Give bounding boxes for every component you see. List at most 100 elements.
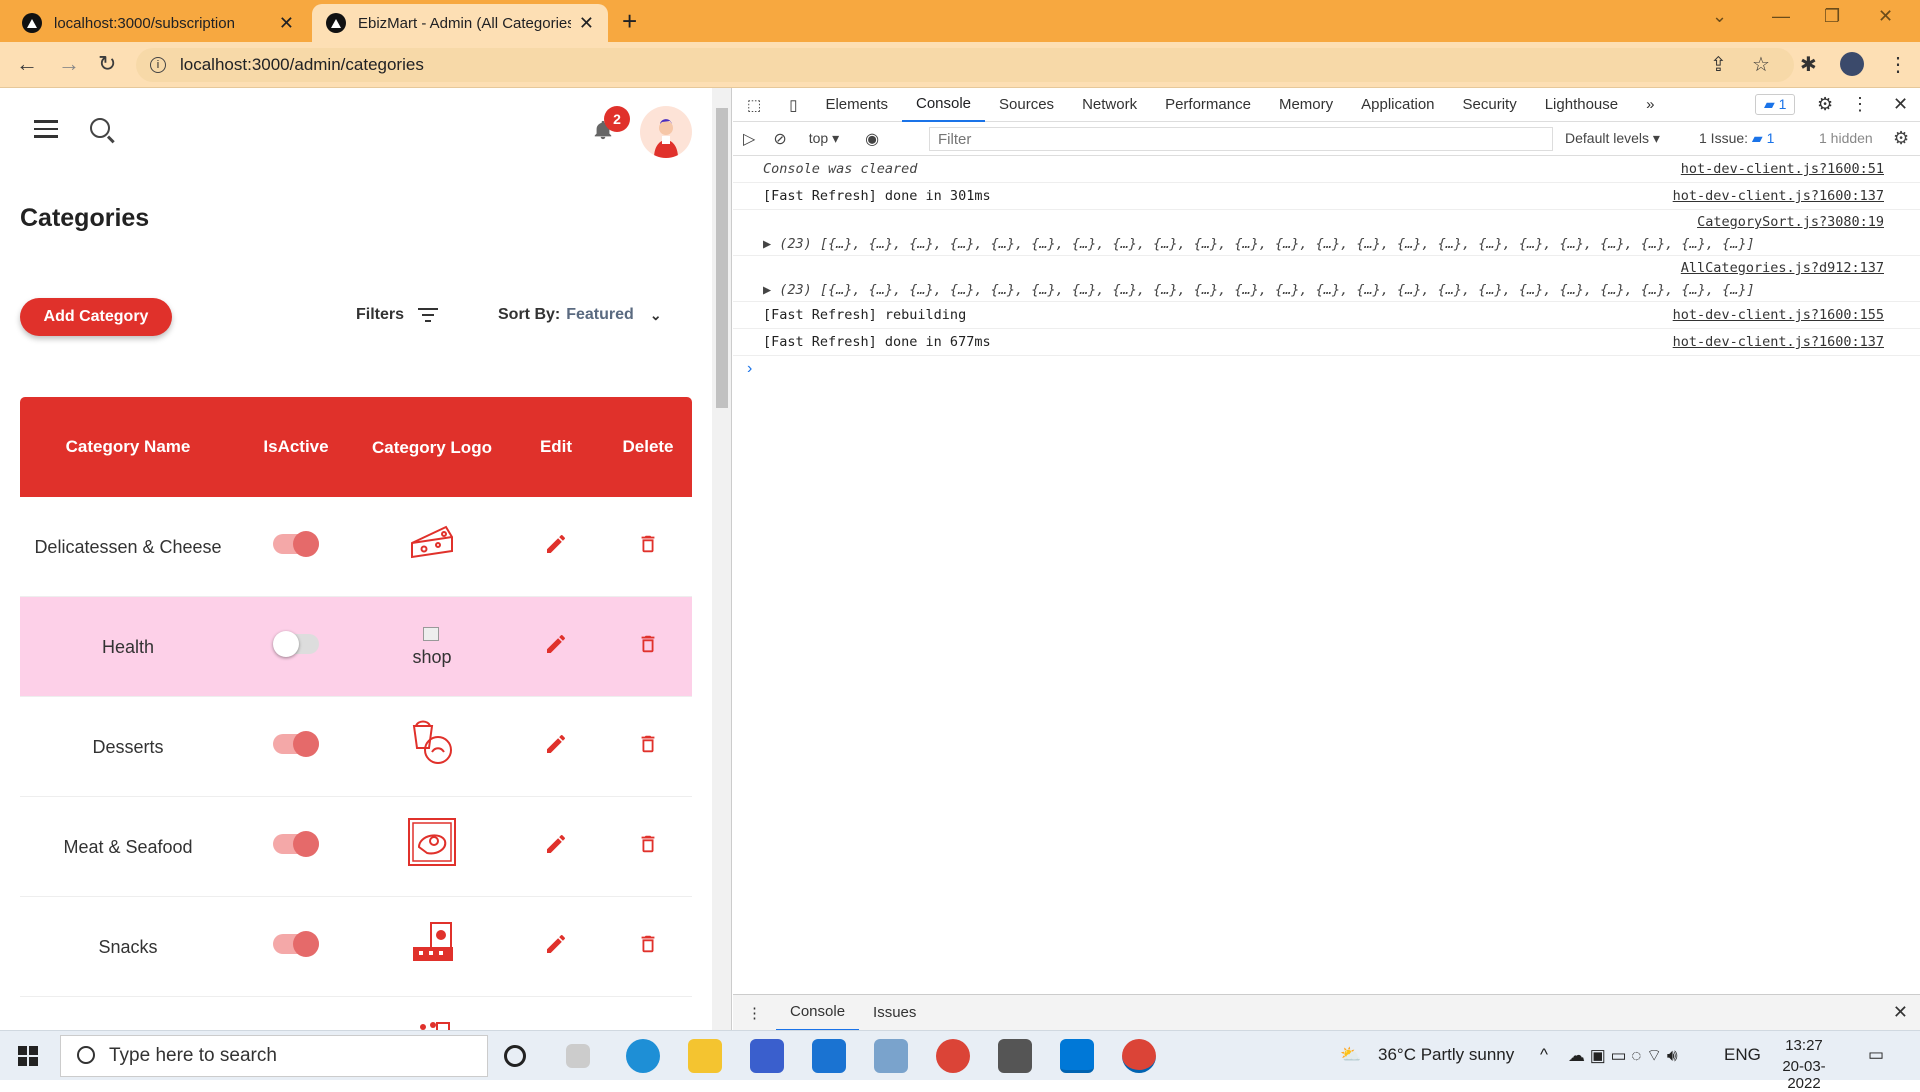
new-tab-button[interactable]: + — [622, 6, 637, 37]
isactive-toggle[interactable] — [273, 631, 319, 657]
scrollbar-thumb[interactable] — [716, 108, 728, 408]
isactive-toggle[interactable] — [273, 931, 319, 957]
cortana-icon[interactable] — [504, 1045, 526, 1067]
chevron-down-icon[interactable]: ⌄ — [1712, 6, 1727, 27]
source-link[interactable]: CategorySort.js?3080:19 — [1697, 214, 1884, 230]
store-icon[interactable] — [750, 1039, 784, 1073]
inspect-element-icon[interactable]: ⬚ — [733, 88, 775, 122]
isactive-toggle[interactable] — [273, 531, 319, 557]
site-info-icon[interactable]: i — [150, 57, 166, 73]
chevron-up-icon[interactable]: ^ — [1540, 1045, 1548, 1065]
vscode-icon[interactable] — [1060, 1039, 1094, 1073]
edit-pencil-icon[interactable] — [544, 932, 568, 956]
chrome-icon[interactable] — [936, 1039, 970, 1073]
tab-application[interactable]: Application — [1347, 88, 1448, 122]
table-row: Meat & Seafood — [20, 797, 692, 897]
close-drawer-icon[interactable]: ✕ — [1893, 1002, 1908, 1023]
more-options-icon[interactable]: ⋮ — [1851, 94, 1869, 115]
delete-trash-icon[interactable] — [637, 532, 659, 556]
edit-pencil-icon[interactable] — [544, 532, 568, 556]
tab-subscription[interactable]: localhost:3000/subscription ✕ — [8, 4, 308, 42]
console-message[interactable]: ▶ (23) [{…}, {…}, {…}, {…}, {…}, {…}, {…… — [733, 256, 1920, 302]
address-bar[interactable]: i localhost:3000/admin/categories — [136, 48, 1794, 82]
tab-network[interactable]: Network — [1068, 88, 1151, 122]
add-category-button[interactable]: Add Category — [20, 298, 172, 336]
more-tabs-icon[interactable]: » — [1632, 88, 1668, 122]
sort-by-dropdown[interactable]: Sort By: Featured ⌄ — [498, 306, 662, 324]
menu-hamburger-icon[interactable] — [34, 120, 58, 143]
delete-trash-icon[interactable] — [637, 732, 659, 756]
page-scrollbar[interactable] — [712, 88, 732, 1030]
edge-icon[interactable] — [626, 1039, 660, 1073]
log-levels-dropdown[interactable]: Default levels ▾ — [1565, 130, 1660, 147]
tab-console[interactable]: Console — [901, 88, 986, 122]
tab-performance[interactable]: Performance — [1151, 88, 1265, 122]
source-link[interactable]: hot-dev-client.js?1600:137 — [1673, 188, 1884, 204]
user-avatar[interactable] — [640, 106, 692, 158]
edit-pencil-icon[interactable] — [544, 832, 568, 856]
edit-pencil-icon[interactable] — [544, 632, 568, 656]
weather-text[interactable]: 36°C Partly sunny — [1378, 1045, 1514, 1065]
source-link[interactable]: AllCategories.js?d912:137 — [1681, 260, 1884, 276]
chrome-active-icon[interactable] — [1122, 1039, 1156, 1073]
issues-badge-button[interactable]: ▰ 1 — [1755, 94, 1796, 115]
minimize-button[interactable]: — — [1772, 6, 1790, 27]
console-prompt[interactable]: › — [733, 356, 1920, 382]
eye-icon[interactable]: ◉ — [865, 129, 879, 149]
tab-security[interactable]: Security — [1449, 88, 1531, 122]
sidebar-toggle-icon[interactable]: ▷ — [743, 129, 755, 149]
issues-count-button[interactable]: 1 Issue: ▰ 1 — [1699, 130, 1774, 147]
back-button[interactable]: ← — [16, 51, 38, 77]
browser-menu-icon[interactable]: ⋮ — [1888, 52, 1908, 77]
windows-start-icon[interactable] — [18, 1046, 38, 1066]
edit-pencil-icon[interactable] — [544, 732, 568, 756]
tray-icons[interactable]: ☁ ▣ ▭ ◌ ⌔ 🔊︎ — [1568, 1045, 1678, 1066]
delete-trash-icon[interactable] — [637, 632, 659, 656]
source-link[interactable]: hot-dev-client.js?1600:137 — [1673, 334, 1884, 350]
unity-icon[interactable] — [998, 1039, 1032, 1073]
profile-avatar[interactable] — [1840, 52, 1864, 76]
source-link[interactable]: hot-dev-client.js?1600:155 — [1673, 307, 1884, 323]
tab-elements[interactable]: Elements — [811, 88, 902, 122]
close-devtools-icon[interactable]: ✕ — [1893, 94, 1908, 115]
filters-button[interactable]: Filters — [356, 306, 439, 324]
tab-admin-categories[interactable]: EbizMart - Admin (All Categories) ✕ — [312, 4, 608, 42]
file-explorer-icon[interactable] — [688, 1039, 722, 1073]
clear-console-icon[interactable]: ⊘ — [773, 129, 786, 149]
reload-button[interactable]: ↻ — [98, 51, 116, 77]
console-filter-input[interactable] — [929, 127, 1553, 151]
tab-sources[interactable]: Sources — [985, 88, 1068, 122]
drawer-tab-console[interactable]: Console — [776, 995, 860, 1031]
clock[interactable]: 13:27 20-03-2022 — [1768, 1037, 1840, 1092]
search-icon[interactable] — [90, 118, 110, 138]
isactive-toggle[interactable] — [273, 731, 319, 757]
extensions-icon[interactable]: ✱ — [1800, 52, 1817, 77]
tab-memory[interactable]: Memory — [1265, 88, 1347, 122]
close-tab-icon[interactable]: ✕ — [579, 13, 594, 34]
taskbar-search-box[interactable]: Type here to search — [60, 1035, 488, 1077]
delete-trash-icon[interactable] — [637, 832, 659, 856]
close-tab-icon[interactable]: ✕ — [279, 13, 294, 34]
settings-gear-icon[interactable]: ⚙ — [1817, 94, 1833, 115]
language-indicator[interactable]: ENG — [1724, 1045, 1761, 1065]
weather-icon[interactable]: ⛅ — [1340, 1045, 1361, 1065]
mail-icon[interactable] — [812, 1039, 846, 1073]
context-selector[interactable]: top ▾ — [809, 130, 839, 147]
source-link[interactable]: hot-dev-client.js?1600:51 — [1681, 161, 1884, 177]
device-toolbar-icon[interactable]: ▯ — [775, 88, 811, 122]
drawer-tab-issues[interactable]: Issues — [859, 995, 930, 1031]
drawer-menu-icon[interactable]: ⋮ — [733, 995, 776, 1031]
app-icon[interactable] — [874, 1039, 908, 1073]
console-settings-icon[interactable]: ⚙ — [1893, 128, 1909, 149]
console-message[interactable]: ▶ (23) [{…}, {…}, {…}, {…}, {…}, {…}, {…… — [733, 210, 1920, 256]
task-view-icon[interactable] — [566, 1044, 590, 1068]
close-window-button[interactable]: ✕ — [1878, 6, 1893, 27]
restore-button[interactable]: ❐ — [1824, 6, 1840, 27]
tab-lighthouse[interactable]: Lighthouse — [1531, 88, 1632, 122]
isactive-toggle[interactable] — [273, 831, 319, 857]
forward-button[interactable]: → — [58, 51, 80, 77]
delete-trash-icon[interactable] — [637, 932, 659, 956]
share-icon[interactable]: ⇪ — [1710, 52, 1727, 77]
bookmark-star-icon[interactable]: ☆ — [1752, 52, 1770, 77]
notifications-icon[interactable]: ▭ — [1868, 1045, 1884, 1065]
